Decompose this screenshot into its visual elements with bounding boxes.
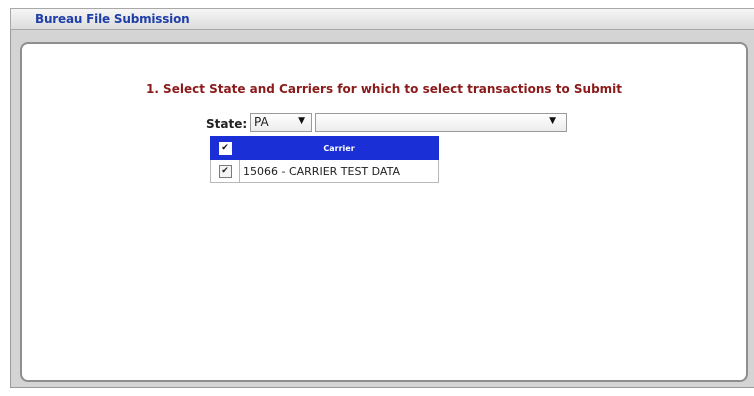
state-select[interactable]: PA ▼ bbox=[250, 113, 312, 132]
table-row[interactable]: ✔ 15066 - CARRIER TEST DATA bbox=[210, 159, 439, 183]
select-all-checkbox[interactable]: ✔ bbox=[218, 141, 232, 155]
state-select-value: PA bbox=[254, 115, 269, 129]
carrier-column-header[interactable]: Carrier bbox=[239, 136, 439, 160]
carrier-cell: 15066 - CARRIER TEST DATA bbox=[239, 159, 439, 183]
panel-header: Bureau File Submission bbox=[10, 8, 754, 30]
select-all-cell: ✔ bbox=[210, 136, 240, 160]
carrier-table: ✔ Carrier ✔ 15066 - CARRIER TEST DATA bbox=[210, 136, 439, 183]
state-label: State: bbox=[206, 117, 248, 131]
carrier-select[interactable]: ▼ bbox=[315, 113, 567, 132]
step-instruction: 1. Select State and Carriers for which t… bbox=[145, 82, 623, 96]
row-checkbox[interactable]: ✔ bbox=[218, 164, 232, 178]
chevron-down-icon: ▼ bbox=[549, 116, 556, 126]
chevron-down-icon: ▼ bbox=[298, 116, 305, 126]
row-checkbox-cell: ✔ bbox=[210, 159, 240, 183]
content-box: 1. Select State and Carriers for which t… bbox=[20, 42, 748, 382]
panel-title: Bureau File Submission bbox=[35, 12, 190, 26]
carrier-table-header: ✔ Carrier bbox=[210, 136, 439, 160]
